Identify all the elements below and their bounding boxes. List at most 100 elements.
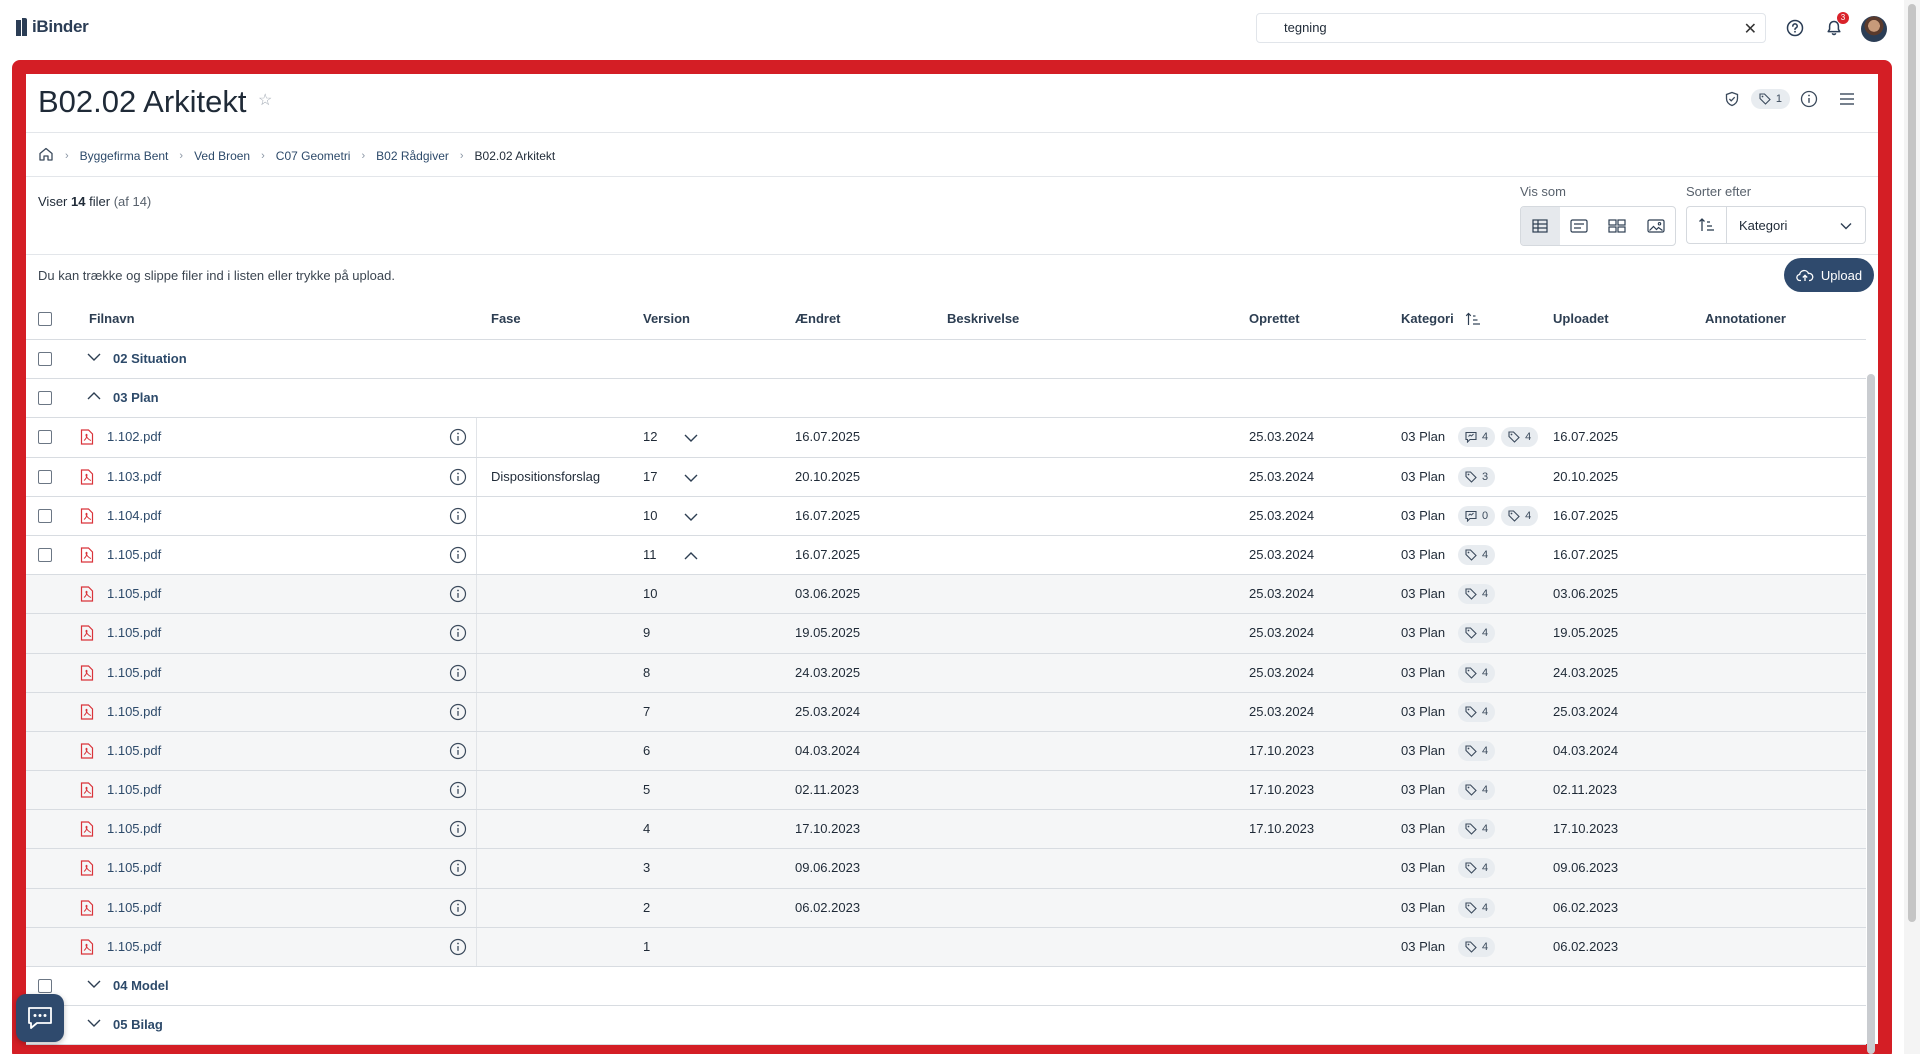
- row-checkbox[interactable]: [38, 979, 52, 993]
- table-view-icon[interactable]: [1521, 207, 1560, 245]
- group-label[interactable]: 04 Model: [113, 978, 169, 993]
- file-name-link[interactable]: 1.103.pdf: [107, 469, 161, 484]
- group-label[interactable]: 02 Situation: [113, 351, 187, 366]
- file-name-link[interactable]: 1.105.pdf: [107, 860, 161, 875]
- search-input[interactable]: [1284, 20, 1724, 35]
- file-name-link[interactable]: 1.102.pdf: [107, 429, 161, 444]
- info-icon[interactable]: [449, 899, 467, 917]
- shield-check-icon[interactable]: [1717, 84, 1747, 114]
- list-view-icon[interactable]: [1560, 207, 1599, 245]
- version-row[interactable]: 1.105.pdf 10 03.06.2025 25.03.2024 03 Plan 03…: [26, 575, 1866, 615]
- info-icon[interactable]: [1794, 84, 1824, 114]
- clear-search-icon[interactable]: ✕: [1744, 19, 1757, 39]
- column-header-annotationer[interactable]: Annotationer: [1705, 311, 1786, 326]
- table-scrollbar-thumb[interactable]: [1867, 374, 1875, 1054]
- version-row[interactable]: 1.105.pdf 8 24.03.2025 25.03.2024 03 Plan 24.…: [26, 653, 1866, 693]
- file-name-link[interactable]: 1.105.pdf: [107, 782, 161, 797]
- breadcrumb-item[interactable]: Byggefirma Bent: [80, 149, 169, 163]
- chevron-down-icon[interactable]: [86, 976, 102, 992]
- row-checkbox[interactable]: [38, 430, 52, 445]
- column-header-oprettet[interactable]: Oprettet: [1249, 311, 1300, 326]
- info-icon[interactable]: [449, 938, 467, 956]
- file-name-link[interactable]: 1.105.pdf: [107, 547, 161, 562]
- chat-support-button[interactable]: [16, 994, 64, 1042]
- tags-annotation[interactable]: 4: [1501, 505, 1539, 526]
- info-icon[interactable]: [449, 507, 467, 525]
- group-label[interactable]: 05 Bilag: [113, 1017, 163, 1032]
- row-checkbox[interactable]: [38, 547, 52, 562]
- version-row[interactable]: 1.105.pdf 1 03 Plan 06.02.2023 4: [26, 927, 1866, 967]
- version-row[interactable]: 1.105.pdf 3 09.06.2023 03 Plan 09.06.2023 4: [26, 849, 1866, 889]
- tags-annotation[interactable]: 4: [1458, 623, 1496, 644]
- row-checkbox[interactable]: [38, 469, 52, 484]
- file-name-link[interactable]: 1.105.pdf: [107, 900, 161, 915]
- file-name-link[interactable]: 1.105.pdf: [107, 586, 161, 601]
- group-row-05-bilag[interactable]: 05 Bilag: [26, 1006, 1866, 1046]
- tags-annotation[interactable]: 4: [1458, 936, 1496, 957]
- version-row[interactable]: 1.105.pdf 6 04.03.2024 17.10.2023 03 Plan 04.…: [26, 731, 1866, 772]
- tags-annotation[interactable]: 4: [1458, 740, 1496, 761]
- tags-annotation[interactable]: 4: [1501, 427, 1539, 448]
- row-checkbox[interactable]: [38, 352, 52, 366]
- upload-button[interactable]: Upload: [1784, 258, 1874, 292]
- page-scrollbar[interactable]: [1904, 0, 1920, 1054]
- sort-ascending-icon[interactable]: [1465, 312, 1481, 326]
- chevron-down-icon[interactable]: [683, 470, 699, 486]
- breadcrumb-item[interactable]: Ved Broen: [194, 149, 250, 163]
- info-icon[interactable]: [449, 428, 467, 446]
- table-row[interactable]: 1.102.pdf 12 16.07.2025 25.03.2024 03 Pl…: [26, 418, 1866, 458]
- chevron-up-icon[interactable]: [86, 388, 102, 404]
- table-row[interactable]: 1.105.pdf 11 16.07.2025 25.03.2024 03 Pl…: [26, 535, 1866, 576]
- column-header-version[interactable]: Version: [643, 311, 690, 326]
- info-icon[interactable]: [449, 664, 467, 682]
- grid-view-icon[interactable]: [1598, 207, 1637, 245]
- breadcrumb-item[interactable]: C07 Geometri: [276, 149, 351, 163]
- favorite-star-icon[interactable]: ☆: [258, 90, 272, 110]
- tags-annotation[interactable]: 4: [1458, 701, 1496, 722]
- select-all-checkbox[interactable]: [38, 312, 52, 326]
- info-icon[interactable]: [449, 546, 467, 564]
- home-icon[interactable]: [38, 146, 54, 165]
- info-icon[interactable]: [449, 781, 467, 799]
- file-name-link[interactable]: 1.105.pdf: [107, 665, 161, 680]
- group-row-03-plan[interactable]: 03 Plan: [26, 379, 1866, 419]
- comments-annotation[interactable]: 4: [1458, 427, 1496, 448]
- chevron-down-icon[interactable]: [86, 1015, 102, 1031]
- chevron-down-icon[interactable]: [683, 430, 699, 446]
- version-row[interactable]: 1.105.pdf 2 06.02.2023 03 Plan 06.02.2023 4: [26, 888, 1866, 928]
- tags-annotation[interactable]: 4: [1458, 780, 1496, 801]
- column-header-fase[interactable]: Fase: [491, 311, 521, 326]
- file-name-link[interactable]: 1.104.pdf: [107, 508, 161, 523]
- group-label[interactable]: 03 Plan: [113, 390, 159, 405]
- info-icon[interactable]: [449, 585, 467, 603]
- tags-annotation[interactable]: 4: [1458, 544, 1496, 565]
- row-checkbox[interactable]: [38, 508, 52, 523]
- column-header-filnavn[interactable]: Filnavn: [89, 311, 135, 326]
- info-icon[interactable]: [449, 703, 467, 721]
- help-icon[interactable]: [1783, 16, 1807, 40]
- user-avatar[interactable]: [1861, 16, 1887, 42]
- tags-annotation[interactable]: 4: [1458, 858, 1496, 879]
- info-icon[interactable]: [449, 742, 467, 760]
- page-scrollbar-thumb[interactable]: [1908, 4, 1916, 922]
- ibinder-logo[interactable]: iBinder: [16, 17, 89, 37]
- chevron-up-icon[interactable]: [683, 548, 699, 564]
- version-row[interactable]: 1.105.pdf 9 19.05.2025 25.03.2024 03 Plan 19.…: [26, 614, 1866, 654]
- tags-annotation[interactable]: 4: [1458, 584, 1496, 605]
- chevron-down-icon[interactable]: [683, 509, 699, 525]
- version-row[interactable]: 1.105.pdf 5 02.11.2023 17.10.2023 03 Plan 02.…: [26, 771, 1866, 811]
- column-header-beskrivelse[interactable]: Beskrivelse: [947, 311, 1019, 326]
- row-checkbox[interactable]: [38, 391, 52, 406]
- comments-annotation[interactable]: 0: [1458, 505, 1496, 526]
- group-row-02-situation[interactable]: 02 Situation: [26, 340, 1866, 380]
- info-icon[interactable]: [449, 859, 467, 877]
- version-row[interactable]: 1.105.pdf 7 25.03.2024 25.03.2024 03 Plan 25.…: [26, 692, 1866, 732]
- hamburger-menu-icon[interactable]: [1832, 84, 1862, 114]
- chevron-down-icon[interactable]: [86, 349, 102, 365]
- tags-annotation[interactable]: 4: [1458, 819, 1496, 840]
- file-name-link[interactable]: 1.105.pdf: [107, 625, 161, 640]
- tags-annotation[interactable]: 4: [1458, 662, 1496, 683]
- breadcrumb-item[interactable]: B02 Rådgiver: [376, 149, 449, 163]
- image-view-icon[interactable]: [1637, 207, 1676, 245]
- file-name-link[interactable]: 1.105.pdf: [107, 704, 161, 719]
